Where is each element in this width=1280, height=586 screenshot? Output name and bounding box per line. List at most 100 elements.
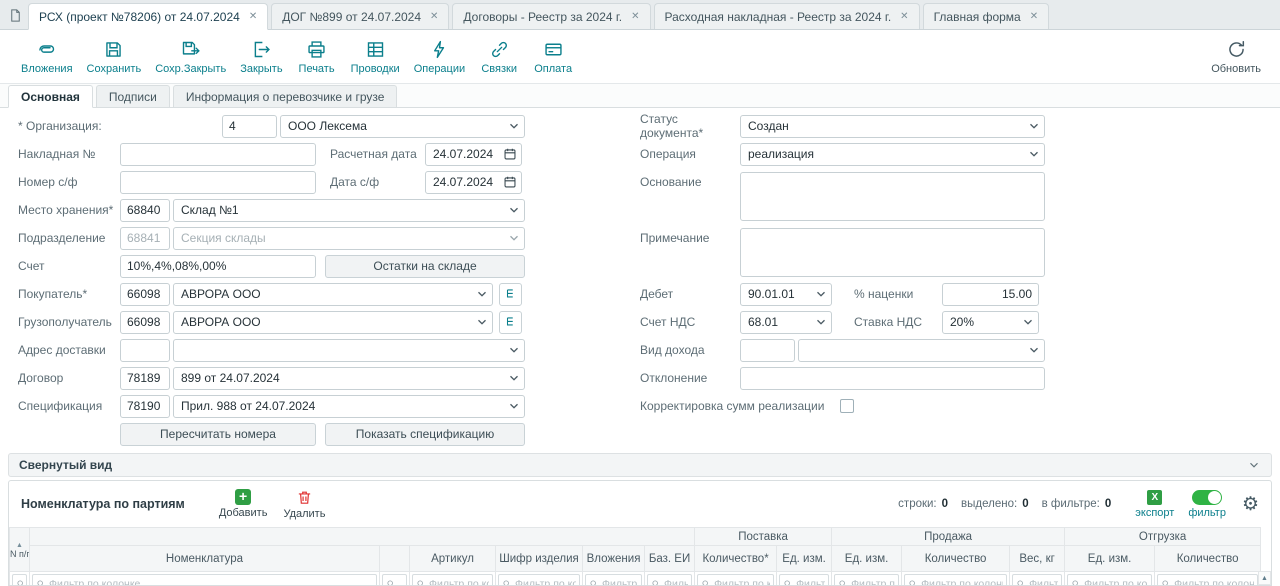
- buyer-code-input[interactable]: [120, 283, 170, 306]
- table-scrollbar[interactable]: ▲: [1258, 571, 1271, 586]
- column-header-quantity-shipment[interactable]: Количество: [1155, 546, 1261, 572]
- column-header-attachments[interactable]: Вложения: [583, 546, 645, 572]
- tab-main[interactable]: Основная: [8, 85, 93, 108]
- delivery-address-code-input[interactable]: [120, 339, 170, 362]
- print-button[interactable]: Печать: [290, 37, 344, 77]
- filter-cell[interactable]: [697, 574, 774, 586]
- consignee-hierarchy-button[interactable]: [499, 311, 522, 334]
- filter-cell[interactable]: [585, 574, 642, 586]
- basis-textarea[interactable]: [740, 172, 1045, 221]
- column-header-quantity-supply[interactable]: Количество*: [695, 546, 777, 572]
- tab-carrier-cargo-info[interactable]: Информация о перевозчике и грузе: [173, 85, 398, 107]
- organization-code-input[interactable]: [222, 115, 277, 138]
- filter-cell[interactable]: [32, 574, 377, 586]
- account-input[interactable]: [120, 255, 316, 278]
- vat-rate-select[interactable]: 20%: [942, 311, 1039, 334]
- column-header-weight[interactable]: Вес, кг: [1010, 546, 1065, 572]
- column-filter-input[interactable]: [796, 578, 825, 586]
- column-filter-input[interactable]: [49, 578, 373, 586]
- invoice-number-input[interactable]: [120, 143, 316, 166]
- tab-close-icon[interactable]: ✕: [900, 11, 908, 22]
- tab-close-icon[interactable]: ✕: [430, 11, 438, 22]
- column-header-base-unit[interactable]: Баз. ЕИ: [645, 546, 695, 572]
- filter-cell[interactable]: [412, 574, 493, 586]
- specification-select[interactable]: Прил. 988 от 24.07.2024: [173, 395, 525, 418]
- column-filter-input[interactable]: [921, 578, 1003, 586]
- stock-balance-button[interactable]: Остатки на складе: [325, 255, 525, 278]
- column-filter-input[interactable]: [1084, 578, 1148, 586]
- export-button[interactable]: X экспорт: [1135, 490, 1174, 519]
- links-button[interactable]: Связки: [472, 37, 526, 77]
- window-tab-contracts[interactable]: Договоры - Реестр за 2024 г.✕: [452, 3, 650, 29]
- show-specification-button[interactable]: Показать спецификацию: [325, 423, 525, 446]
- calc-date-input[interactable]: 24.07.2024: [425, 143, 522, 166]
- storage-select[interactable]: Склад №1: [173, 199, 525, 222]
- column-header-unit-shipment[interactable]: Ед. изм.: [1065, 546, 1155, 572]
- recalculate-numbers-button[interactable]: Пересчитать номера: [120, 423, 316, 446]
- filter-cell[interactable]: [1012, 574, 1062, 586]
- window-tab-rsx[interactable]: РСХ (проект №78206) от 24.07.2024✕: [28, 3, 268, 30]
- tab-close-icon[interactable]: ✕: [631, 11, 639, 22]
- buyer-select[interactable]: АВРОРА ООО: [173, 283, 493, 306]
- deviation-input[interactable]: [740, 367, 1045, 390]
- filter-toggle[interactable]: фильтр: [1188, 490, 1226, 519]
- filter-cell[interactable]: [1067, 574, 1152, 586]
- organization-select[interactable]: ООО Лексема: [280, 115, 525, 138]
- note-textarea[interactable]: [740, 228, 1045, 277]
- column-header-quantity-sale[interactable]: Количество: [902, 546, 1010, 572]
- column-filter-input[interactable]: [1029, 578, 1058, 586]
- collapsed-view-bar[interactable]: Свернутый вид: [8, 453, 1272, 477]
- column-filter-input[interactable]: [602, 578, 638, 586]
- tab-close-icon[interactable]: ✕: [1030, 11, 1038, 22]
- division-select[interactable]: Секция склады: [173, 227, 525, 250]
- delivery-address-select[interactable]: [173, 339, 525, 362]
- filter-cell[interactable]: [647, 574, 692, 586]
- scroll-up-icon[interactable]: ▲: [1259, 572, 1270, 585]
- column-filter-input[interactable]: [515, 578, 576, 586]
- specification-code-input[interactable]: [120, 395, 170, 418]
- filter-cell[interactable]: [498, 574, 580, 586]
- window-tab-main-form[interactable]: Главная форма✕: [923, 3, 1050, 29]
- attachments-button[interactable]: Вложения: [14, 37, 80, 77]
- correction-checkbox[interactable]: [840, 399, 854, 413]
- vat-account-select[interactable]: 68.01: [740, 311, 832, 334]
- delete-row-button[interactable]: Удалить: [283, 489, 325, 520]
- save-button[interactable]: Сохранить: [80, 37, 149, 77]
- column-filter-input[interactable]: [1174, 578, 1254, 586]
- column-filter-input[interactable]: [851, 578, 895, 586]
- markup-input[interactable]: [942, 283, 1039, 306]
- close-button[interactable]: Закрыть: [233, 37, 289, 77]
- contract-select[interactable]: 899 от 24.07.2024: [173, 367, 525, 390]
- column-header-article[interactable]: Артикул: [410, 546, 496, 572]
- filter-cell[interactable]: [834, 574, 899, 586]
- column-header-unit-supply[interactable]: Ед. изм.: [777, 546, 832, 572]
- column-header-lookup[interactable]: [380, 546, 410, 572]
- window-tab-dog[interactable]: ДОГ №899 от 24.07.2024✕: [271, 3, 449, 29]
- column-header-nomenclature[interactable]: Номенклатура: [30, 546, 380, 572]
- column-filter-input[interactable]: [714, 578, 770, 586]
- filter-cell[interactable]: [12, 574, 27, 586]
- debit-select[interactable]: 90.01.01: [740, 283, 832, 306]
- consignee-select[interactable]: АВРОРА ООО: [173, 311, 493, 334]
- sf-number-input[interactable]: [120, 171, 316, 194]
- save-close-button[interactable]: Сохр.Закрыть: [148, 37, 233, 77]
- payment-button[interactable]: Оплата: [526, 37, 580, 77]
- tab-signatures[interactable]: Подписи: [96, 85, 170, 107]
- refresh-button[interactable]: Обновить: [1204, 37, 1268, 77]
- column-header-product-code[interactable]: Шифр изделия: [496, 546, 583, 572]
- storage-code-input[interactable]: [120, 199, 170, 222]
- income-type-code-input[interactable]: [740, 339, 795, 362]
- tab-close-icon[interactable]: ✕: [249, 11, 257, 22]
- column-filter-input[interactable]: [429, 578, 489, 586]
- column-header-unit-sale[interactable]: Ед. изм.: [832, 546, 902, 572]
- income-type-select[interactable]: [798, 339, 1045, 362]
- filter-cell[interactable]: [382, 574, 407, 586]
- row-number-header[interactable]: ▲N п/п: [10, 528, 30, 572]
- operations-button[interactable]: Операции: [407, 37, 472, 77]
- filter-cell[interactable]: [904, 574, 1007, 586]
- column-filter-input[interactable]: [664, 578, 688, 586]
- consignee-code-input[interactable]: [120, 311, 170, 334]
- division-code-input[interactable]: [120, 227, 170, 250]
- add-row-button[interactable]: + Добавить: [219, 489, 268, 519]
- sf-date-input[interactable]: 24.07.2024: [425, 171, 522, 194]
